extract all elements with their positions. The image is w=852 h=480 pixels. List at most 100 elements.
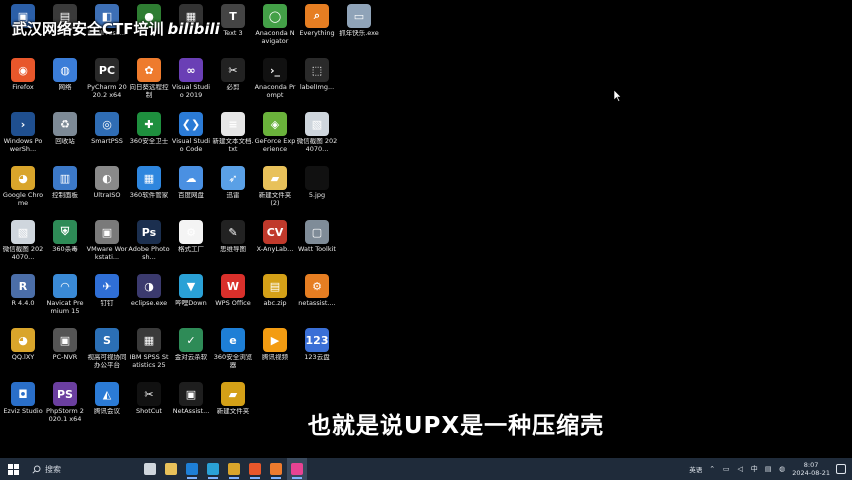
desktop-shortcut-label: PyCharm 2020.2 x64 xyxy=(87,84,127,99)
desktop-shortcut[interactable]: ⌕ Everything xyxy=(296,2,338,56)
desktop-shortcut[interactable]: ✓ 金对云杀软 xyxy=(170,326,212,380)
taskbar-app-button[interactable] xyxy=(224,458,244,480)
desktop-shortcut[interactable]: ▶ 腾讯视频 xyxy=(254,326,296,380)
desktop-shortcut[interactable]: ✚ 360安全卫士 xyxy=(128,110,170,164)
desktop-shortcut[interactable]: 123 123云盘 xyxy=(296,326,338,380)
desktop-shortcut[interactable]: ◕ Google Chrome xyxy=(2,164,44,218)
image-file-icon xyxy=(305,166,329,190)
empty-grid-slot xyxy=(338,326,380,380)
desktop-shortcut-label: 视高可视协同办公平台 xyxy=(87,354,127,369)
network-icon[interactable]: ▭ xyxy=(722,465,730,473)
desktop-shortcut[interactable]: S 视高可视协同办公平台 xyxy=(86,326,128,380)
desktop-shortcut[interactable]: R R 4.4.0 xyxy=(2,272,44,326)
desktop-shortcut[interactable]: ◐ UltraISO xyxy=(86,164,128,218)
desktop-shortcut[interactable]: ▼ 哔哩Down xyxy=(170,272,212,326)
desktop-shortcut-label: 金对云杀软 xyxy=(174,354,208,361)
desktop-shortcut[interactable]: Ps Adobe Photosh... xyxy=(128,218,170,272)
desktop-shortcut[interactable]: ♻ 回收站 xyxy=(44,110,86,164)
ultraiso-icon: ◐ xyxy=(95,166,119,190)
desktop-shortcut-label: 百度网盘 xyxy=(178,192,204,199)
taskbar-pinned-apps xyxy=(140,458,307,480)
bcut-icon: ✂ xyxy=(221,58,245,82)
taskbar-search-box[interactable]: 搜索 xyxy=(26,458,136,480)
xunlei-icon: ➶ xyxy=(221,166,245,190)
desktop-shortcut[interactable]: ➶ 迅雷 xyxy=(212,164,254,218)
taskbar-app-button[interactable] xyxy=(203,458,223,480)
notification-center-icon[interactable] xyxy=(836,464,846,474)
desktop-shortcut-label: 360安全卫士 xyxy=(129,138,169,145)
taskbar-clock[interactable]: 8:07 2024-08-21 xyxy=(792,461,830,477)
desktop-shortcut[interactable]: e 360安全浏览器 xyxy=(212,326,254,380)
desktop-shortcut[interactable]: ◍ 网络 xyxy=(44,56,86,110)
taskbar-app-button[interactable] xyxy=(161,458,181,480)
shotcut-icon: ✂ xyxy=(137,382,161,406)
taskbar-app-button[interactable] xyxy=(140,458,160,480)
input-method-indicator[interactable]: 英语 xyxy=(689,464,702,474)
chevron-up-icon[interactable]: ⌃ xyxy=(708,465,716,473)
desktop-shortcut[interactable]: ▢ Watt Toolkit xyxy=(296,218,338,272)
volume-icon[interactable]: ◁ xyxy=(736,465,744,473)
desktop-shortcut[interactable]: › Windows PowerSh... xyxy=(2,110,44,164)
desktop-shortcut[interactable]: CV X-AnyLab... xyxy=(254,218,296,272)
desktop-shortcut[interactable]: ◯ Anaconda Navigator xyxy=(254,2,296,56)
taskbar-app-button[interactable] xyxy=(266,458,286,480)
visual-studio-icon: ∞ xyxy=(179,58,203,82)
desktop-shortcut[interactable]: ▦ IBM SPSS Statistics 25 xyxy=(128,326,170,380)
desktop-shortcut[interactable]: ▣ PC-NVR xyxy=(44,326,86,380)
desktop-shortcut[interactable]: ◉ Firefox xyxy=(2,56,44,110)
netassist-icon: ⚙ xyxy=(305,274,329,298)
desktop-shortcut[interactable]: ⚙ 格式工厂 xyxy=(170,218,212,272)
firefox-icon xyxy=(249,463,261,475)
desktop-shortcut[interactable]: PC PyCharm 2020.2 x64 xyxy=(86,56,128,110)
globe-icon[interactable]: ◍ xyxy=(778,465,786,473)
desktop-shortcut[interactable]: ▣ VMware Workstati... xyxy=(86,218,128,272)
desktop-shortcut[interactable]: ◑ eclipse.exe xyxy=(128,272,170,326)
desktop-shortcut[interactable]: ◈ GeForce Experience xyxy=(254,110,296,164)
desktop-shortcut[interactable]: ⛨ 360杀毒 xyxy=(44,218,86,272)
mindmap-icon: ✎ xyxy=(221,220,245,244)
input-mode-icon[interactable]: 中 xyxy=(750,465,758,473)
desktop-shortcut[interactable]: ☁ 百度网盘 xyxy=(170,164,212,218)
desktop-shortcut[interactable]: ❮❯ Visual Studio Code xyxy=(170,110,212,164)
photoshop-icon: Ps xyxy=(137,220,161,244)
spss-icon: ▦ xyxy=(137,328,161,352)
desktop-shortcut[interactable]: ▥ 控制面板 xyxy=(44,164,86,218)
desktop-shortcut[interactable]: ⚙ netassist.... xyxy=(296,272,338,326)
desktop-shortcut-label: X-AnyLab... xyxy=(256,246,294,253)
desktop-shortcut-label: 网络 xyxy=(58,84,72,91)
desktop-shortcut[interactable]: ⬚ labelImg... xyxy=(296,56,338,110)
desktop-shortcut[interactable]: ▧ 微信截图 2024070... xyxy=(2,218,44,272)
desktop-shortcut[interactable]: ✎ 思维导图 xyxy=(212,218,254,272)
desktop-shortcut[interactable]: ◠ Navicat Premium 15 xyxy=(44,272,86,326)
dingtalk-icon: ✈ xyxy=(95,274,119,298)
desktop-shortcut[interactable]: ✂ 必剪 xyxy=(212,56,254,110)
desktop-shortcut[interactable]: ›_ Anaconda Prompt xyxy=(254,56,296,110)
desktop-shortcut[interactable]: ▦ 360软件管家 xyxy=(128,164,170,218)
mouse-cursor-icon xyxy=(614,90,622,102)
desktop-shortcut-label: 5.jpg xyxy=(308,192,326,199)
desktop: ▣ ▤ ◧ RealPrese... ● ▦ T Text 3 ◯ Anaconda Naviga… xyxy=(0,0,852,458)
taskbar-app-button[interactable] xyxy=(245,458,265,480)
desktop-shortcut[interactable]: ▰ 新建文件夹 (2) xyxy=(254,164,296,218)
desktop-shortcut[interactable]: 5.jpg xyxy=(296,164,338,218)
taskbar-app-button[interactable] xyxy=(182,458,202,480)
desktop-shortcut[interactable]: ✈ 钉钉 xyxy=(86,272,128,326)
desktop-shortcut[interactable]: ◎ SmartPSS xyxy=(86,110,128,164)
tencent-meeting-icon: ◭ xyxy=(95,382,119,406)
desktop-shortcut[interactable]: ▭ 抓年快乐.exe xyxy=(338,2,380,56)
keyboard-icon[interactable]: ▤ xyxy=(764,465,772,473)
desktop-shortcut-label: 思维导图 xyxy=(220,246,246,253)
desktop-shortcut[interactable]: ≡ 新建文本文档.txt xyxy=(212,110,254,164)
desktop-shortcut[interactable]: ▤ abc.zip xyxy=(254,272,296,326)
desktop-shortcut[interactable]: W WPS Office xyxy=(212,272,254,326)
desktop-shortcut[interactable]: ◕ QQ.lXY xyxy=(2,326,44,380)
text-editor-icon: T xyxy=(221,4,245,28)
start-button[interactable] xyxy=(0,458,26,480)
desktop-shortcut-label: 哔哩Down xyxy=(175,300,207,307)
empty-grid-slot xyxy=(338,56,380,110)
desktop-shortcut[interactable]: ✿ 向日葵远程控制 xyxy=(128,56,170,110)
desktop-shortcut[interactable]: ∞ Visual Studio 2019 xyxy=(170,56,212,110)
taskbar-app-button[interactable] xyxy=(287,458,307,480)
desktop-shortcut[interactable]: ▧ 微信截图 2024070... xyxy=(296,110,338,164)
r-language-icon: R xyxy=(11,274,35,298)
